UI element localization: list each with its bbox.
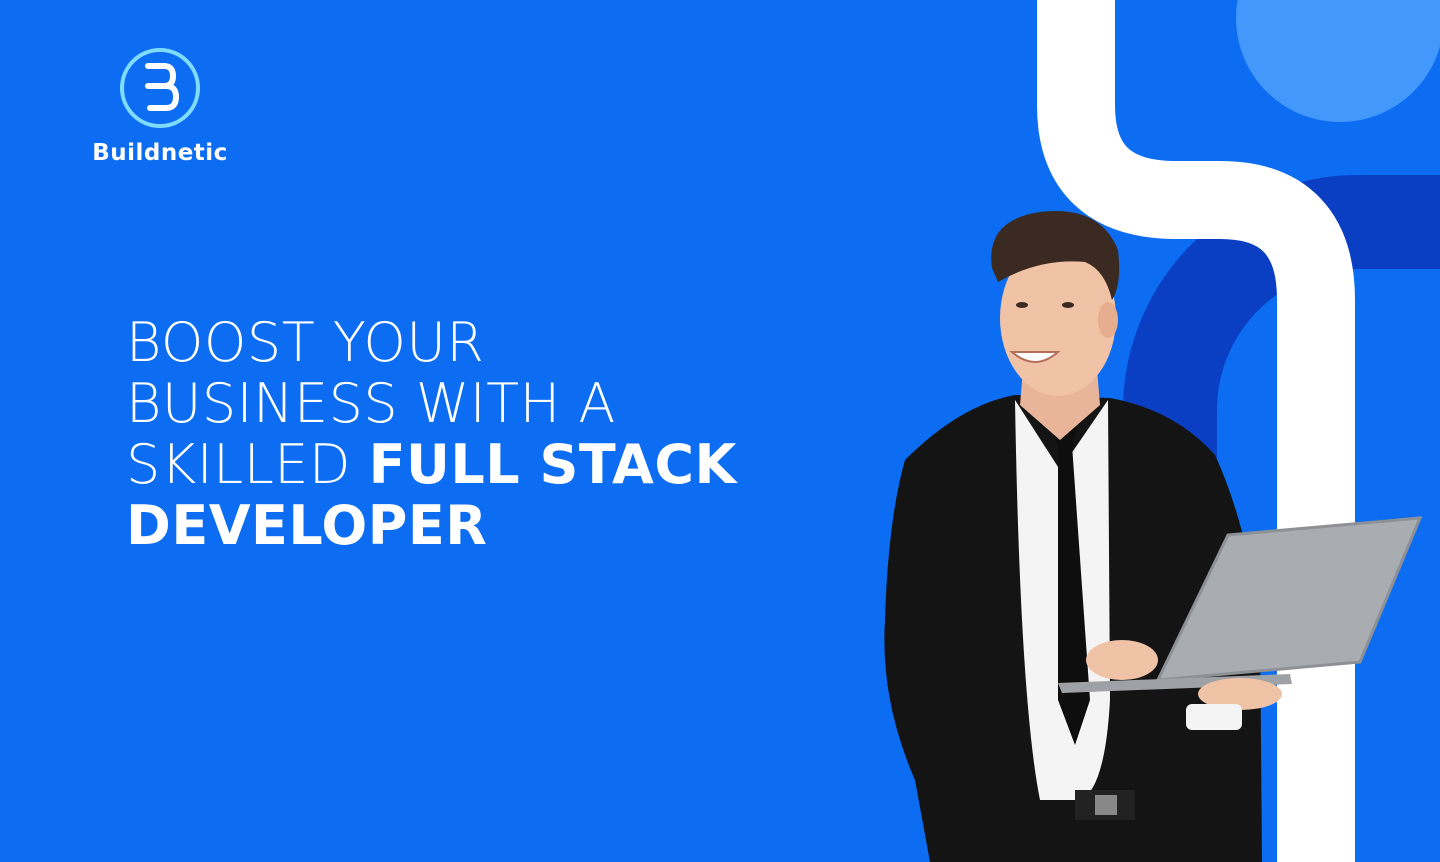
light-blue-circle [1236,0,1440,122]
hero-headline: BOOST YOUR BUSINESS WITH A SKILLED FULL … [126,312,846,556]
headline-highlight-full-stack: FULL STACK [368,433,737,497]
headline-highlight-developer: DEVELOPER [126,494,488,558]
right-eye [1062,302,1074,308]
shirt-cuff [1186,704,1242,730]
headline-line-2: BUSINESS WITH A [126,372,616,436]
headline-line-1: BOOST YOUR [126,311,485,374]
ear [1098,302,1118,338]
b-circle-logo-icon [120,48,200,128]
brand-name: Buildnetic [92,140,228,166]
left-hand [1086,640,1158,680]
hero-banner: Buildnetic BOOST YOUR BUSINESS WITH A SK… [0,0,1440,862]
brand-logo[interactable]: Buildnetic [86,46,234,166]
left-eye [1016,302,1028,308]
headline-line-3-light: SKILLED [126,433,369,497]
belt-buckle [1095,795,1117,815]
businessman-with-laptop-image [884,211,1423,862]
headline-line-3: SKILLED FULL STACK [126,434,846,495]
